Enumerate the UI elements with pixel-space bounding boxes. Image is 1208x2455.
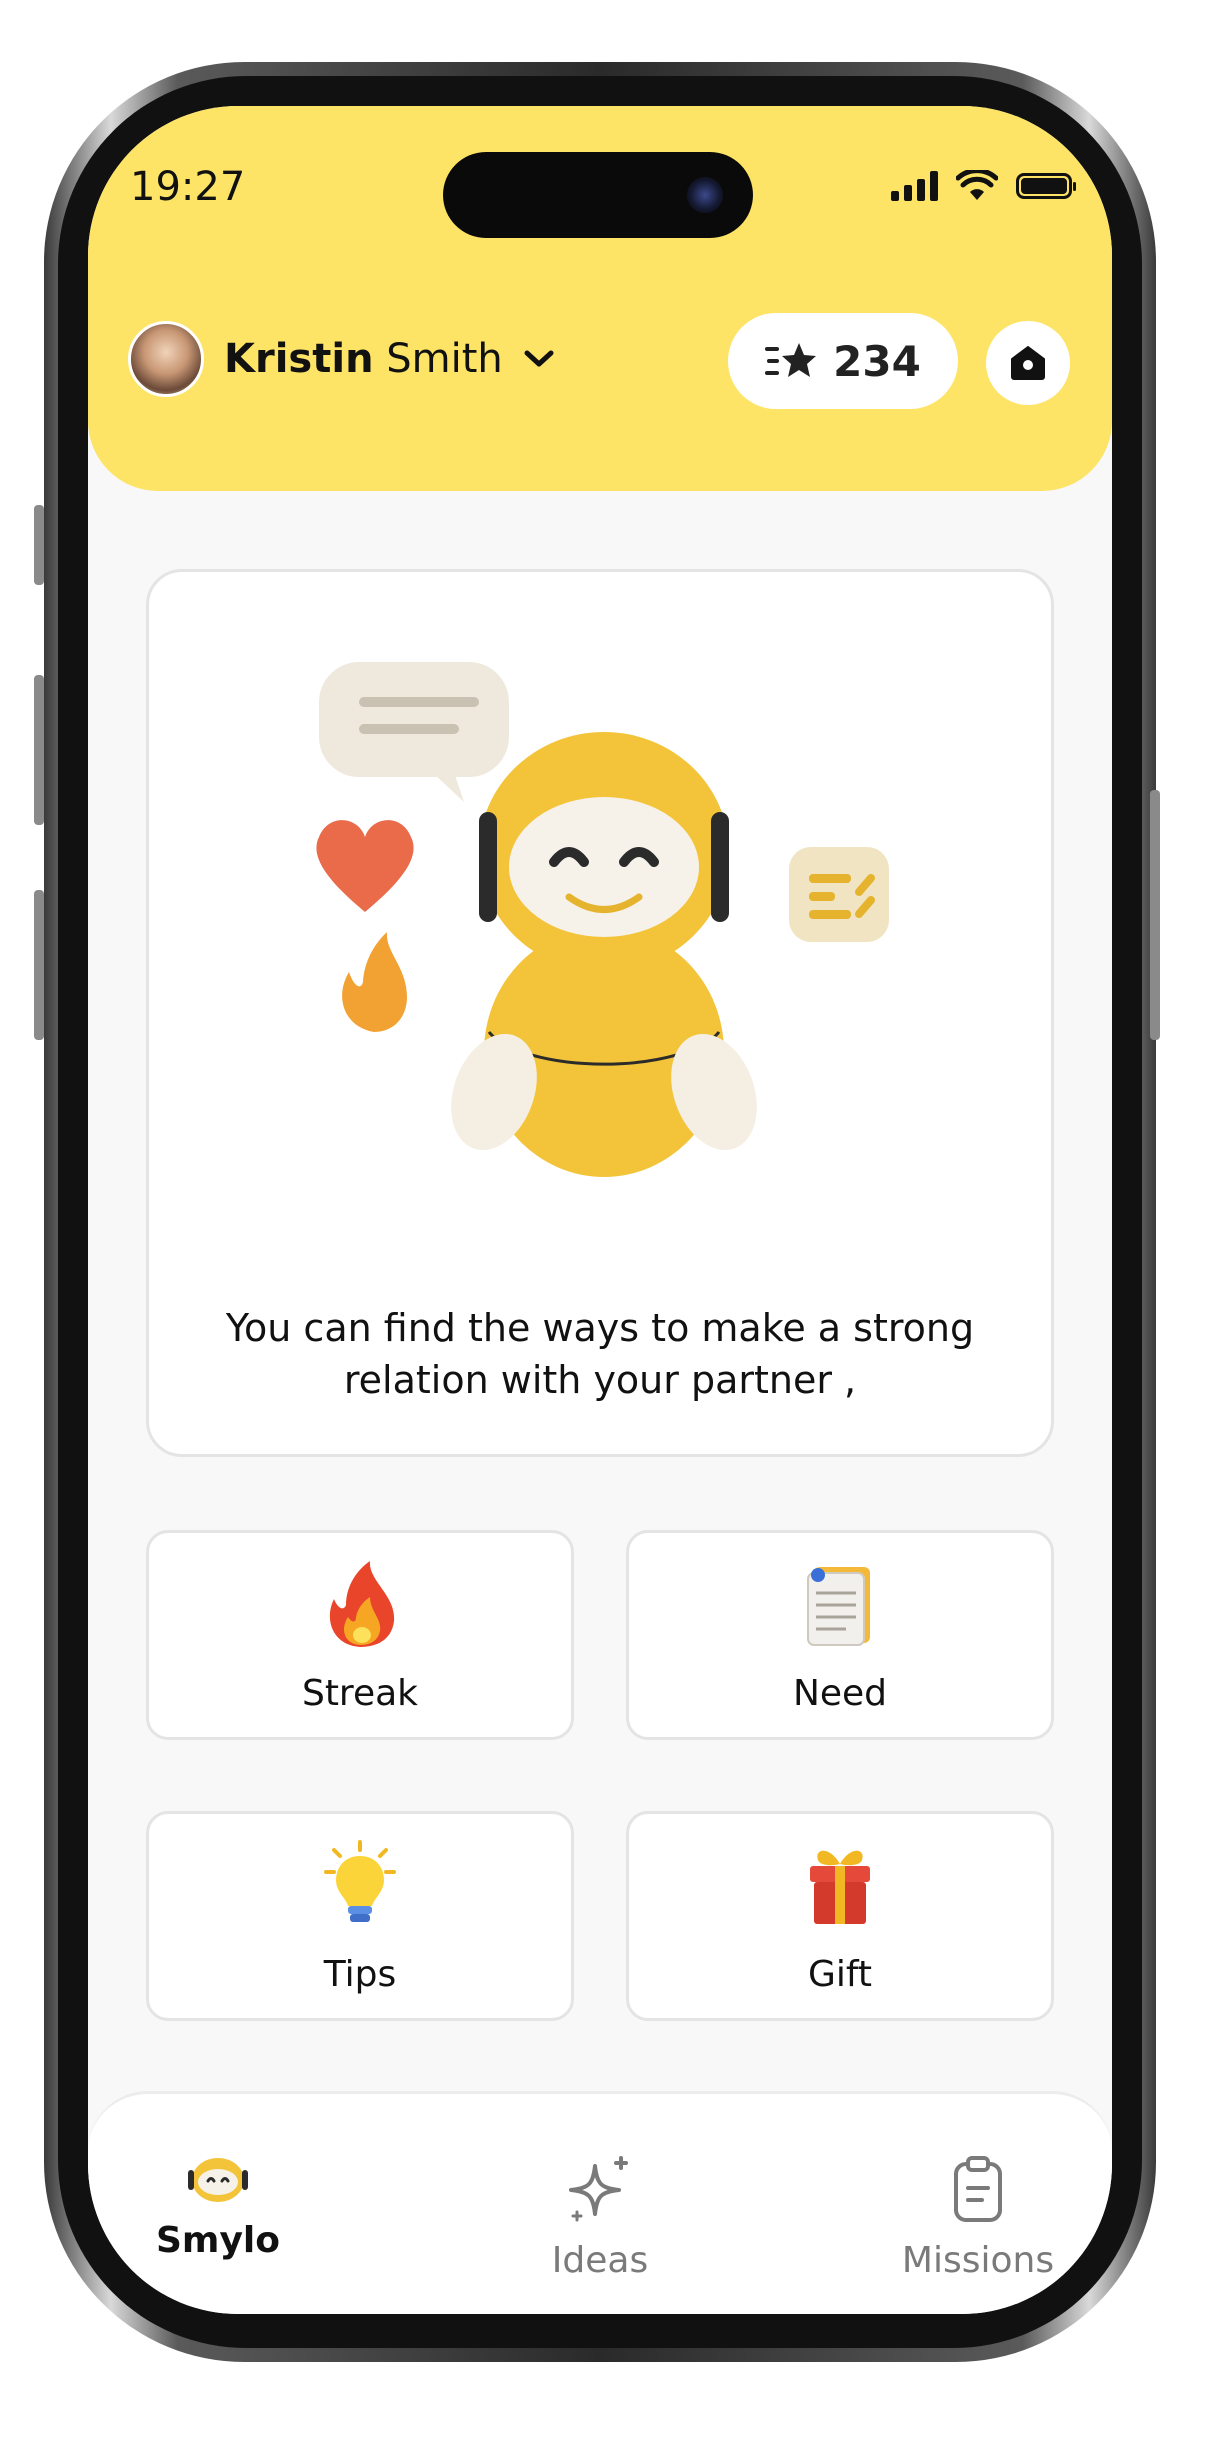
hero-card: You can find the ways to make a strong r… [146,569,1054,1457]
lightbulb-icon [324,1840,396,1922]
user-first-name: Kristin [224,336,374,382]
tile-gift[interactable]: Gift [626,1811,1054,2021]
status-icons [891,170,1076,202]
chevron-down-icon [524,350,554,367]
nav-ideas-label: Ideas [551,2240,649,2281]
camera-icon [687,177,723,213]
tile-streak-label: Streak [301,1673,419,1714]
nav-missions[interactable]: Missions [868,2154,1088,2281]
speech-bubble-icon [319,662,509,802]
bottom-navigation: Smylo Ideas Missions [88,2091,1112,2314]
nav-ideas[interactable]: Ideas [490,2154,710,2281]
nav-missions-label: Missions [901,2240,1055,2281]
fire-icon [329,1561,395,1647]
tile-need-label: Need [792,1673,888,1714]
tile-tips[interactable]: Tips [146,1811,574,2021]
action-button [34,505,44,585]
robot-face-icon [188,2158,248,2202]
note-card-icon [789,847,889,942]
user-last-name: Smith [386,336,503,382]
dynamic-island [443,152,753,238]
tile-gift-label: Gift [807,1954,873,1995]
gift-icon [810,1850,870,1924]
home-button[interactable] [986,321,1070,405]
tile-tips-label: Tips [323,1954,397,1995]
flame-icon [342,932,407,1032]
avatar [128,321,204,397]
app-screen: 19:27 Kristin Smith 234 You can find the… [88,106,1112,2314]
nav-smylo-label: Smylo [156,2220,280,2261]
status-time: 19:27 [130,164,246,210]
points-value: 234 [833,336,921,386]
star-speed-icon [765,343,817,377]
robot-icon [451,732,757,1177]
robot-mascot-illustration [316,662,889,1177]
app-header: 19:27 Kristin Smith 234 [88,106,1112,491]
battery-icon [1016,173,1076,199]
nav-smylo[interactable]: Smylo [108,2154,328,2261]
wifi-icon [956,170,998,200]
power-button [1150,790,1160,1040]
notepad-icon [807,1567,870,1646]
hero-message: You can find the ways to make a strong r… [225,1306,975,1402]
volume-up-button [34,675,44,825]
signal-icon [891,171,938,201]
volume-down-button [34,890,44,1040]
tile-need[interactable]: Need [626,1530,1054,1740]
clipboard-icon [954,2156,1002,2222]
profile-switcher[interactable]: Kristin Smith [128,321,555,397]
home-icon [1011,346,1045,380]
tile-streak[interactable]: Streak [146,1530,574,1740]
heart-icon [316,820,414,912]
user-name: Kristin Smith [224,336,503,382]
points-button[interactable]: 234 [728,313,958,409]
sparkles-icon [569,2156,628,2222]
